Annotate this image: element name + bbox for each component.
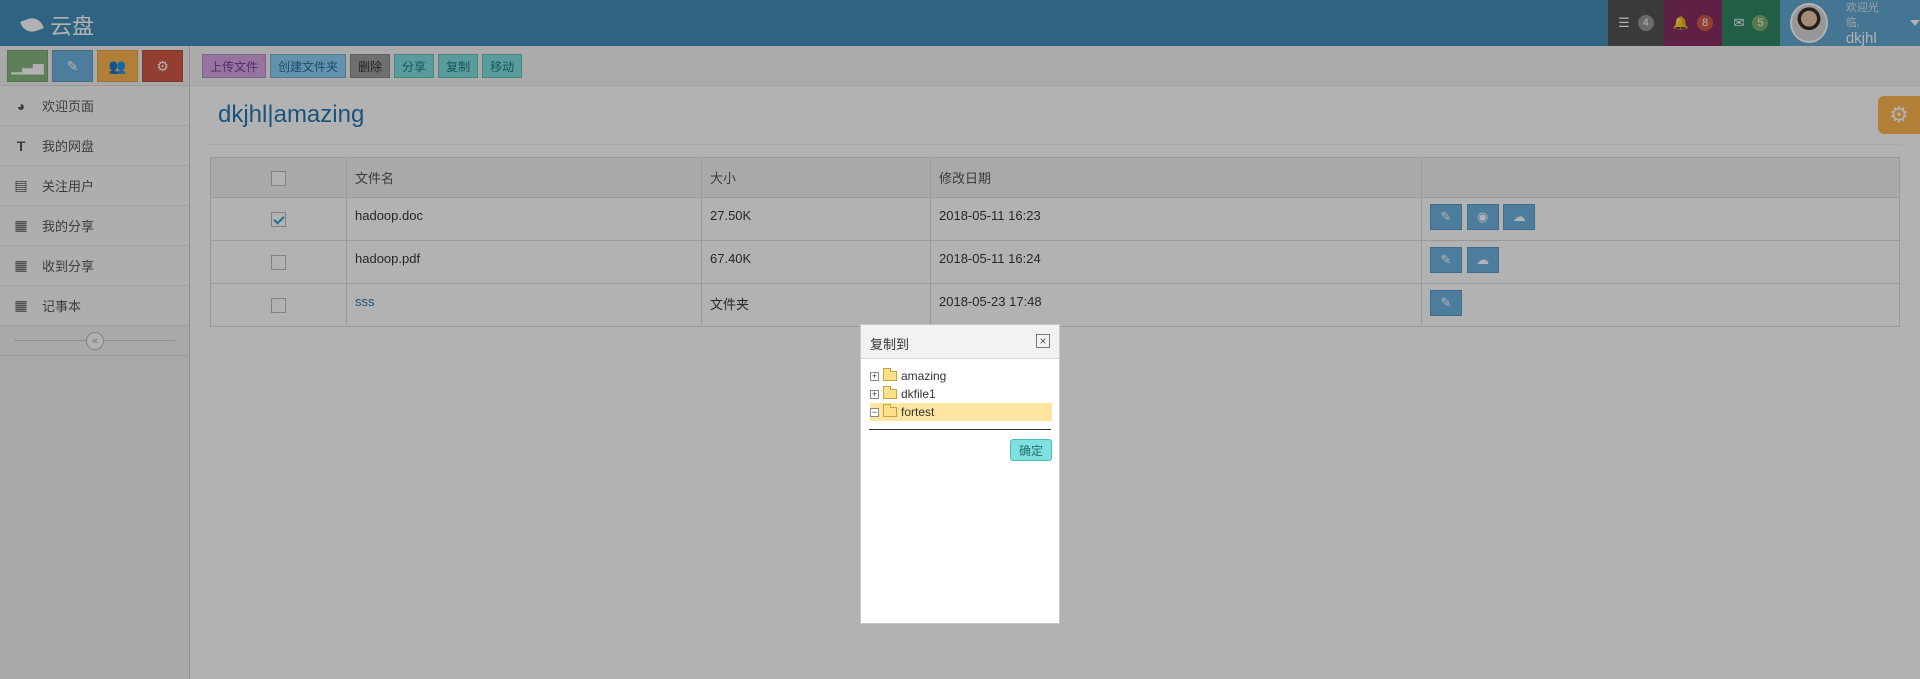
dialog-header: 复制到 × [861,325,1059,359]
close-button[interactable]: × [1036,334,1050,348]
folder-icon [883,386,897,399]
folder-open-icon [883,404,897,417]
tree-node-fortest[interactable]: − fortest [870,403,1052,421]
confirm-button[interactable]: 确定 [1010,439,1052,461]
expand-icon[interactable]: + [870,371,879,381]
tree-node-dkfile1[interactable]: + dkfile1 [870,385,1052,403]
tree-node-amazing[interactable]: + amazing [870,367,1052,385]
tree-node-label: fortest [901,405,935,419]
dialog-title: 复制到 [870,337,910,352]
copy-to-dialog: 复制到 × + amazing + dkfile1 − fortest 确定 [860,324,1060,624]
expand-icon[interactable]: + [870,389,879,399]
collapse-icon[interactable]: − [870,407,879,417]
folder-tree: + amazing + dkfile1 − fortest [870,367,1052,421]
tree-node-label: amazing [901,369,947,383]
divider [869,429,1051,430]
folder-icon [883,368,897,381]
tree-node-label: dkfile1 [901,387,936,401]
